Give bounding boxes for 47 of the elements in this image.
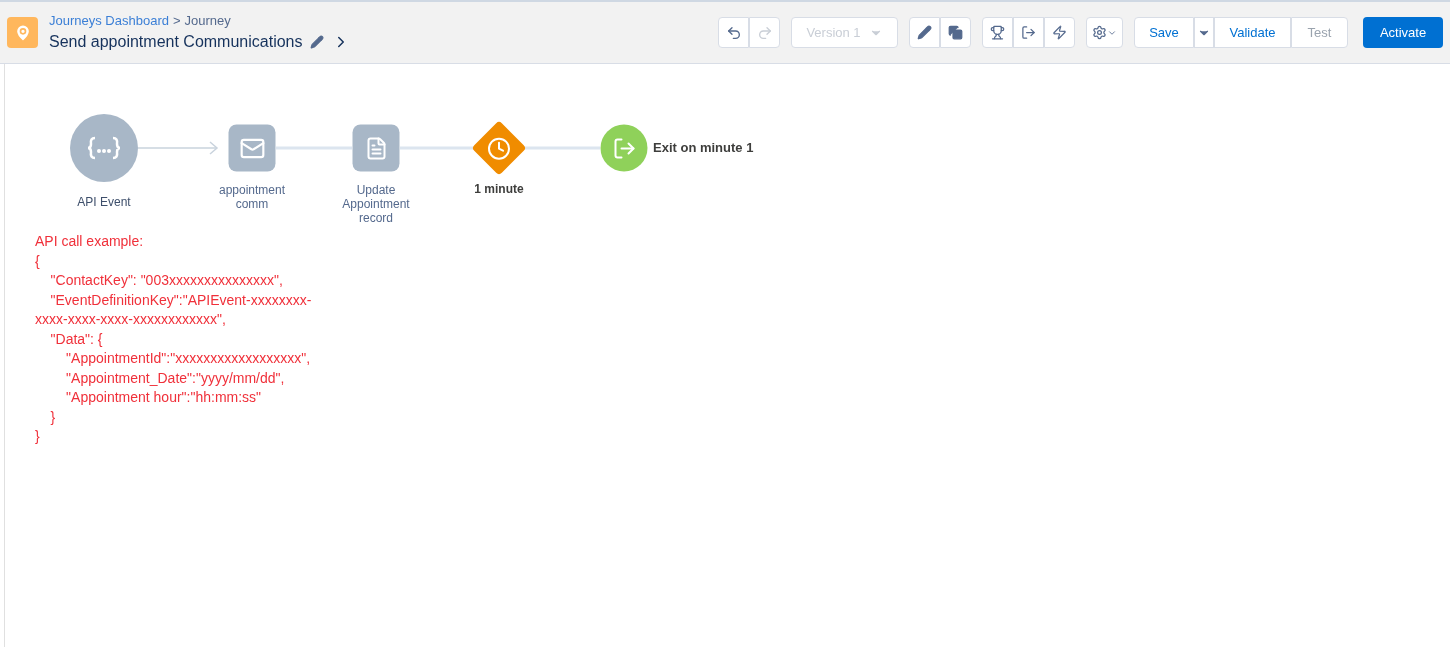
trophy-icon [990,25,1005,40]
validate-button[interactable]: Validate [1214,17,1291,48]
redo-icon [756,24,773,41]
undo-icon [725,24,742,41]
braces-icon [87,136,121,160]
node-label: Update Appointment record [341,183,411,225]
update-node[interactable] [352,124,400,172]
journey-title: Send appointment Communications [49,32,303,53]
note-line: } [35,427,40,446]
copy-icon [948,25,963,40]
exit-node[interactable] [600,124,648,172]
exit-criteria-button[interactable] [1013,17,1044,48]
clock-icon [487,136,511,160]
save-menu-button[interactable] [1194,17,1214,48]
edit-icon[interactable] [310,35,325,50]
note-line: } [49,407,56,427]
note-line: xxxx-xxxx-xxxx-xxxxxxxxxxxx", [35,310,226,329]
settings-button[interactable] [1086,17,1123,48]
pencil-icon [917,25,932,40]
note-line: "EventDefinitionKey":"APIEvent-xxxxxxxx- [49,290,312,310]
note-line: "Appointment_Date":"yyyy/mm/dd", [65,368,285,388]
edit-button[interactable] [909,17,940,48]
breadcrumb-link[interactable]: Journeys Dashboard [49,10,169,31]
note-line: "Data": { [49,329,103,349]
note-line: API call example: [35,232,144,251]
exit-event-button[interactable] [1044,17,1075,48]
document-icon [364,136,388,160]
node-label: appointment comm [217,183,286,211]
note-line: "AppointmentId":"xxxxxxxxxxxxxxxxxx", [65,349,311,368]
note-line: { [35,251,40,271]
node-label: API Event [77,195,131,209]
undo-button[interactable] [718,17,749,48]
exit-icon [612,136,636,160]
breadcrumb-current: Journey [184,11,231,30]
goal-button[interactable] [982,17,1013,48]
lightning-icon [1052,25,1067,40]
node-label: 1 minute [474,182,524,196]
breadcrumb-separator: > [172,11,181,30]
activate-button[interactable]: Activate [1363,17,1443,48]
node-label: Exit on minute 1 [653,139,754,158]
note-line: "Appointment hour":"hh:mm:ss" [65,388,262,407]
note-line: "ContactKey": "003xxxxxxxxxxxxxxx", [49,271,283,290]
save-button[interactable]: Save [1134,17,1194,48]
exit-icon [1021,25,1036,40]
copy-button[interactable] [940,17,971,48]
settings-icon [1092,25,1107,40]
email-node[interactable] [228,124,276,172]
